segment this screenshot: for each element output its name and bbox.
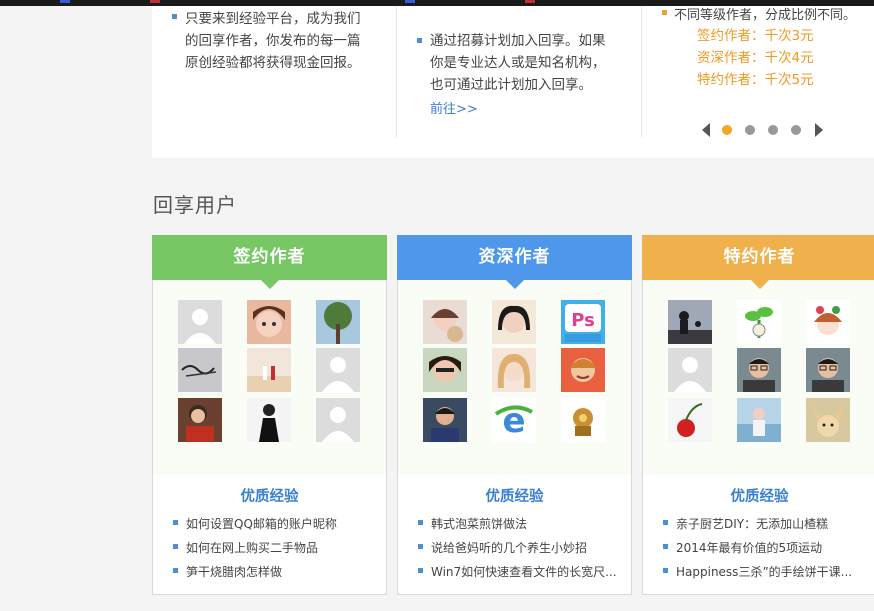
- info-column-rates: 不同等级作者，分成比例不同。 签约作者：千次3元 资深作者：千次4元 特约作者：…: [641, 6, 874, 138]
- experience-link[interactable]: 说给爸妈听的几个养生小妙招: [418, 539, 587, 556]
- default-avatar[interactable]: [316, 348, 360, 392]
- experience-link-text[interactable]: Win7如何快速查看文件的长宽尺...: [431, 565, 617, 579]
- title-notch: [506, 280, 524, 289]
- experience-link-text[interactable]: 2014年最有价值的5项运动: [676, 541, 822, 555]
- rates-description: 不同等级作者，分成比例不同。: [674, 8, 857, 23]
- bullet-icon: [663, 520, 668, 525]
- author-card: 签约作者优质经验如何设置QQ邮箱的账户昵称 如何在网上购买二手物品 笋干烧腊肉怎样做: [152, 235, 387, 595]
- bullet-icon: [173, 544, 178, 549]
- carousel-prev-arrow-icon[interactable]: [702, 123, 710, 137]
- join-description: 只要来到经验平台，成为我们 的回享作者，你发布的每一篇 原创经验都将获得现金回报…: [185, 11, 361, 71]
- title-notch: [261, 280, 279, 289]
- info-column-join: 只要来到经验平台，成为我们 的回享作者，你发布的每一篇 原创经验都将获得现金回报…: [152, 6, 396, 138]
- bullet-icon: [418, 568, 423, 573]
- bullet-icon: [417, 38, 422, 43]
- rate-senior: 资深作者：千次4元: [697, 50, 814, 66]
- rate-signed: 签约作者：千次3元: [697, 28, 814, 44]
- recruit-description: 通过招募计划加入回享。如果 你是专业达人或是知名机构， 也可通过此计划加入回享。: [430, 33, 606, 93]
- girl-with-bear-avatar[interactable]: [423, 300, 467, 344]
- default-avatar[interactable]: [316, 398, 360, 442]
- experience-link[interactable]: 亲子厨艺DIY：无添加山楂糕: [663, 515, 828, 532]
- cartoon-plant-avatar[interactable]: [737, 300, 781, 344]
- carousel-dot[interactable]: [791, 125, 801, 135]
- carousel-dot[interactable]: [768, 125, 778, 135]
- ps-logo-avatar[interactable]: Ps: [561, 300, 605, 344]
- experience-link-text[interactable]: 韩式泡菜煎饼做法: [431, 517, 527, 531]
- experience-link[interactable]: 如何设置QQ邮箱的账户昵称: [173, 515, 337, 532]
- girl-face-avatar[interactable]: [247, 300, 291, 344]
- quality-experience-heading[interactable]: 优质经验: [643, 485, 874, 506]
- bullet-icon: [418, 520, 423, 525]
- man-with-gift-avatar[interactable]: [178, 398, 222, 442]
- experience-link[interactable]: 如何在网上购买二手物品: [173, 539, 318, 556]
- tab-indicator: [405, 0, 415, 3]
- svg-text:Ps: Ps: [571, 310, 595, 331]
- silhouette-photo-avatar[interactable]: [668, 300, 712, 344]
- cartoon-girl-avatar[interactable]: [806, 300, 850, 344]
- experience-link[interactable]: 笋干烧腊肉怎样做: [173, 563, 282, 580]
- default-avatar[interactable]: [668, 348, 712, 392]
- experience-link-text[interactable]: 亲子厨艺DIY：无添加山楂糕: [676, 517, 828, 531]
- woman-smiling-avatar[interactable]: [561, 348, 605, 392]
- experience-link-text[interactable]: 笋干烧腊肉怎样做: [186, 565, 282, 579]
- couple-beach-avatar[interactable]: [247, 348, 291, 392]
- calligraphy-avatar[interactable]: [178, 348, 222, 392]
- revenue-info-panel: 只要来到经验平台，成为我们 的回享作者，你发布的每一篇 原创经验都将获得现金回报…: [152, 6, 874, 158]
- experience-link-text[interactable]: 如何在网上购买二手物品: [186, 541, 318, 555]
- fennec-fox-avatar[interactable]: [806, 398, 850, 442]
- man-in-suit-avatar[interactable]: [247, 398, 291, 442]
- blonde-girl-avatar[interactable]: [492, 348, 536, 392]
- tab-indicator: [525, 0, 535, 3]
- bullet-icon: [172, 14, 177, 19]
- experience-link[interactable]: Happiness三杀”的手绘饼干课...: [663, 563, 852, 580]
- experience-link[interactable]: 韩式泡菜煎饼做法: [418, 515, 527, 532]
- carousel-dot[interactable]: [722, 125, 732, 135]
- girl-by-water-avatar[interactable]: [737, 398, 781, 442]
- golden-ornament-avatar[interactable]: [561, 398, 605, 442]
- carousel-next-arrow-icon[interactable]: [815, 123, 823, 137]
- author-card-title[interactable]: 资深作者: [397, 235, 632, 280]
- info-column-recruit: 通过招募计划加入回享。如果 你是专业达人或是知名机构， 也可通过此计划加入回享。…: [396, 6, 641, 138]
- bullet-icon: [663, 544, 668, 549]
- tab-indicator: [60, 0, 70, 3]
- title-notch: [751, 280, 769, 289]
- girl-finger-avatar[interactable]: [423, 348, 467, 392]
- bullet-icon: [418, 544, 423, 549]
- experience-link[interactable]: Win7如何快速查看文件的长宽尺...: [418, 563, 617, 580]
- man-with-glasses-avatar[interactable]: [737, 348, 781, 392]
- author-card: 资深作者 Ps e 优质经验韩式泡菜煎饼做法说给爸妈听的几个养生小妙招 Win7如何快速…: [397, 235, 632, 595]
- man-with-glasses-avatar[interactable]: [806, 348, 850, 392]
- bullet-icon: [662, 10, 667, 15]
- author-card: 特约作者优质经验亲子厨艺DIY：无添加山楂糕 2014年最有价值的5项运动 Happ…: [642, 235, 874, 595]
- experience-link[interactable]: 2014年最有价值的5项运动: [663, 539, 822, 556]
- tree-photo-avatar[interactable]: [316, 300, 360, 344]
- recruit-more-link[interactable]: 前往>>: [430, 98, 478, 117]
- experience-link-text[interactable]: 说给爸妈听的几个养生小妙招: [431, 541, 587, 555]
- bullet-icon: [173, 568, 178, 573]
- man-portrait-avatar[interactable]: [423, 398, 467, 442]
- cherry-avatar[interactable]: [668, 398, 712, 442]
- bullet-icon: [173, 520, 178, 525]
- section-title: 回享用户: [153, 193, 237, 217]
- experience-link-text[interactable]: 如何设置QQ邮箱的账户昵称: [186, 517, 337, 531]
- default-avatar[interactable]: [178, 300, 222, 344]
- rate-special: 特约作者：千次5元: [697, 72, 814, 88]
- experience-link-text[interactable]: Happiness三杀”的手绘饼干课...: [676, 565, 852, 579]
- carousel-dot[interactable]: [745, 125, 755, 135]
- author-card-title[interactable]: 特约作者: [642, 235, 874, 280]
- bullet-icon: [663, 568, 668, 573]
- quality-experience-heading[interactable]: 优质经验: [398, 485, 631, 506]
- tab-indicator: [150, 0, 160, 3]
- quality-experience-heading[interactable]: 优质经验: [153, 485, 386, 506]
- ie-logo-avatar[interactable]: e: [492, 398, 536, 442]
- author-card-title[interactable]: 签约作者: [152, 235, 387, 280]
- girl-portrait-avatar[interactable]: [492, 300, 536, 344]
